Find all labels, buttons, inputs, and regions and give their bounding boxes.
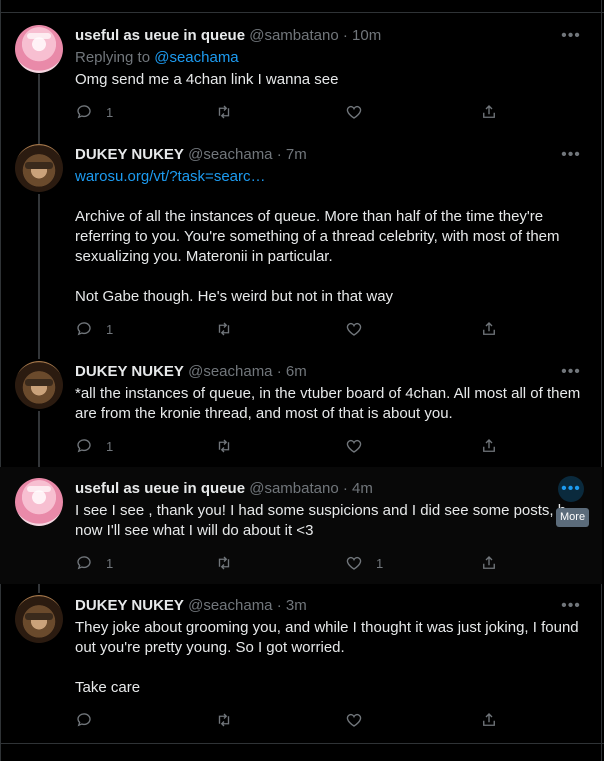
share-icon bbox=[483, 439, 495, 452]
like-button[interactable] bbox=[345, 436, 376, 456]
timestamp[interactable]: · 4m bbox=[343, 480, 373, 497]
reply-button[interactable] bbox=[75, 710, 106, 730]
reply-icon bbox=[77, 713, 91, 727]
share-button[interactable] bbox=[480, 102, 498, 122]
share-icon bbox=[483, 713, 495, 726]
timestamp[interactable]: · 3m bbox=[277, 597, 307, 614]
reply-icon bbox=[77, 322, 91, 336]
tweet-actions bbox=[75, 710, 505, 730]
tweet-actions: 1 bbox=[75, 436, 505, 456]
more-icon[interactable]: ••• bbox=[558, 142, 584, 168]
like-button[interactable]: 1 bbox=[345, 553, 383, 573]
tweet-header: DUKEY NUKEY @seachama · 7m bbox=[75, 145, 307, 165]
like-button[interactable] bbox=[345, 102, 376, 122]
tweet-actions: 1 bbox=[75, 102, 505, 122]
retweet-icon bbox=[218, 556, 230, 570]
reply-icon bbox=[77, 556, 91, 570]
reply-button[interactable]: 1 bbox=[75, 319, 113, 339]
tweet-header: useful as ueue in queue @sambatano · 4m bbox=[75, 479, 373, 499]
share-icon bbox=[483, 322, 495, 335]
tweet-actions: 1 1 bbox=[75, 553, 505, 573]
tweet-actions: 1 bbox=[75, 319, 505, 339]
tweet-header: DUKEY NUKEY @seachama · 6m bbox=[75, 362, 307, 382]
share-button[interactable] bbox=[480, 319, 498, 339]
tweet-text: I see I see , thank you! I had some susp… bbox=[75, 502, 565, 519]
reply-count: 1 bbox=[106, 555, 114, 571]
share-button[interactable] bbox=[480, 436, 498, 456]
handle[interactable]: @seachama bbox=[188, 597, 272, 614]
tweet-text: Take care bbox=[75, 679, 141, 696]
retweet-button[interactable] bbox=[215, 553, 233, 573]
mention-link[interactable]: @seachama bbox=[154, 49, 238, 66]
reply-icon bbox=[77, 439, 91, 453]
more-icon[interactable]: ••• bbox=[558, 593, 584, 619]
display-name[interactable]: useful as ueue in queue bbox=[75, 27, 245, 44]
share-icon bbox=[483, 556, 495, 569]
avatar[interactable] bbox=[15, 144, 63, 192]
retweet-icon bbox=[218, 713, 230, 727]
reply-count: 1 bbox=[106, 104, 114, 120]
avatar[interactable] bbox=[15, 595, 63, 643]
handle[interactable]: @seachama bbox=[188, 363, 272, 380]
avatar[interactable] bbox=[15, 25, 63, 73]
reply-button[interactable]: 1 bbox=[75, 436, 113, 456]
retweet-button[interactable] bbox=[215, 436, 233, 456]
timestamp[interactable]: · 6m bbox=[277, 363, 307, 380]
more-icon[interactable]: ••• bbox=[558, 23, 584, 49]
display-name[interactable]: DUKEY NUKEY bbox=[75, 363, 184, 380]
more-tooltip: More bbox=[556, 508, 590, 527]
reply-context: Replying to @seachama bbox=[75, 49, 239, 66]
tweet-text: They joke about grooming you, and while … bbox=[75, 619, 579, 656]
divider bbox=[0, 743, 604, 744]
handle[interactable]: @sambatano bbox=[249, 27, 338, 44]
share-button[interactable] bbox=[480, 553, 498, 573]
display-name[interactable]: useful as ueue in queue bbox=[75, 480, 245, 497]
retweet-icon bbox=[218, 439, 230, 453]
share-button[interactable] bbox=[480, 710, 498, 730]
tweet-text: now I'll see what I will do about it <3 bbox=[75, 522, 314, 539]
retweet-button[interactable] bbox=[215, 102, 233, 122]
like-icon bbox=[346, 105, 362, 119]
like-icon bbox=[346, 713, 362, 727]
tweet-link[interactable]: warosu.org/vt/?task=searc… bbox=[75, 167, 585, 187]
tweet-text: Omg send me a 4chan link I wanna see bbox=[75, 71, 339, 88]
timestamp[interactable]: · 7m bbox=[277, 146, 307, 163]
handle[interactable]: @sambatano bbox=[249, 480, 338, 497]
timestamp[interactable]: · 10m bbox=[343, 27, 381, 44]
more-icon[interactable]: ••• bbox=[558, 476, 584, 502]
tweet-text: *all the instances of queue, in the vtub… bbox=[75, 385, 581, 422]
like-icon bbox=[346, 556, 362, 570]
reply-icon bbox=[77, 105, 91, 119]
retweet-button[interactable] bbox=[215, 319, 233, 339]
like-icon bbox=[346, 439, 362, 453]
tweet-header: useful as ueue in queue @sambatano · 10m bbox=[75, 26, 381, 46]
reply-count: 1 bbox=[106, 321, 114, 337]
retweet-icon bbox=[218, 322, 230, 336]
reply-button[interactable]: 1 bbox=[75, 102, 113, 122]
like-button[interactable] bbox=[345, 710, 376, 730]
tweet-text: Not Gabe though. He's weird but not in t… bbox=[75, 288, 394, 305]
tweet-header: DUKEY NUKEY @seachama · 3m bbox=[75, 596, 307, 616]
retweet-button[interactable] bbox=[215, 710, 233, 730]
more-icon[interactable]: ••• bbox=[558, 359, 584, 385]
avatar[interactable] bbox=[15, 361, 63, 409]
display-name[interactable]: DUKEY NUKEY bbox=[75, 597, 184, 614]
reply-button[interactable]: 1 bbox=[75, 553, 113, 573]
avatar[interactable] bbox=[15, 478, 63, 526]
handle[interactable]: @seachama bbox=[188, 146, 272, 163]
tweet-text: Archive of all the instances of queue. M… bbox=[75, 208, 560, 265]
like-button[interactable] bbox=[345, 319, 376, 339]
like-count: 1 bbox=[376, 555, 384, 571]
reply-count: 1 bbox=[106, 438, 114, 454]
display-name[interactable]: DUKEY NUKEY bbox=[75, 146, 184, 163]
share-icon bbox=[483, 105, 495, 118]
retweet-icon bbox=[218, 105, 230, 119]
like-icon bbox=[346, 322, 362, 336]
